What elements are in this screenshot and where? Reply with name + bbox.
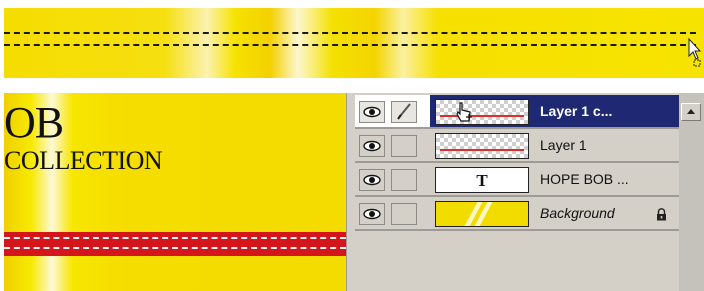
layer-thumbnail[interactable]: T — [435, 167, 529, 193]
selection-marquee-top — [4, 32, 696, 34]
layer-thumbnail[interactable] — [435, 201, 529, 227]
link-toggle[interactable] — [391, 135, 417, 157]
layers-scrollbar[interactable] — [679, 93, 704, 291]
visibility-toggle[interactable] — [359, 169, 385, 191]
paintbrush-icon — [397, 103, 411, 120]
canvas-title-text: OB — [4, 98, 64, 147]
layer-thumbnail[interactable] — [435, 99, 529, 125]
arrow-cursor-icon — [688, 38, 702, 67]
document-canvas[interactable]: OB COLLECTION — [4, 93, 346, 291]
layers-panel: Layer 1 c... Layer 1 T HOPE BOB ... Back… — [346, 93, 704, 291]
eye-icon — [363, 208, 381, 220]
stitch-line-bottom — [4, 247, 346, 249]
visibility-toggle[interactable] — [359, 135, 385, 157]
eye-icon — [363, 174, 381, 186]
layer-name[interactable]: Layer 1 c... — [540, 103, 612, 119]
canvas-subtitle-text: COLLECTION — [4, 146, 163, 175]
layer-row[interactable]: Background — [355, 197, 692, 231]
text-layer-icon: T — [476, 171, 488, 190]
eye-icon — [363, 140, 381, 152]
selection-marquee-bottom — [4, 44, 696, 46]
thumbnail-red-line — [440, 149, 524, 151]
link-toggle[interactable] — [391, 101, 417, 123]
layer-row[interactable]: Layer 1 — [355, 129, 692, 163]
hand-cursor-icon — [456, 102, 472, 122]
layer-row[interactable]: Layer 1 c... — [355, 95, 692, 129]
layer-thumbnail[interactable] — [435, 133, 529, 159]
lock-icon — [657, 208, 666, 221]
visibility-toggle[interactable] — [359, 203, 385, 225]
layer-name[interactable]: Background — [540, 205, 615, 221]
canvas-top-strip[interactable] — [4, 8, 704, 78]
eye-icon — [363, 106, 381, 118]
scroll-up-button[interactable] — [681, 103, 701, 121]
stitch-line-top — [4, 237, 346, 239]
layer-name[interactable]: HOPE BOB ... — [540, 171, 629, 187]
visibility-toggle[interactable] — [359, 101, 385, 123]
link-toggle[interactable] — [391, 169, 417, 191]
layer-row[interactable]: T HOPE BOB ... — [355, 163, 692, 197]
layer-name[interactable]: Layer 1 — [540, 137, 587, 153]
link-toggle[interactable] — [391, 203, 417, 225]
red-stripe — [4, 232, 346, 256]
